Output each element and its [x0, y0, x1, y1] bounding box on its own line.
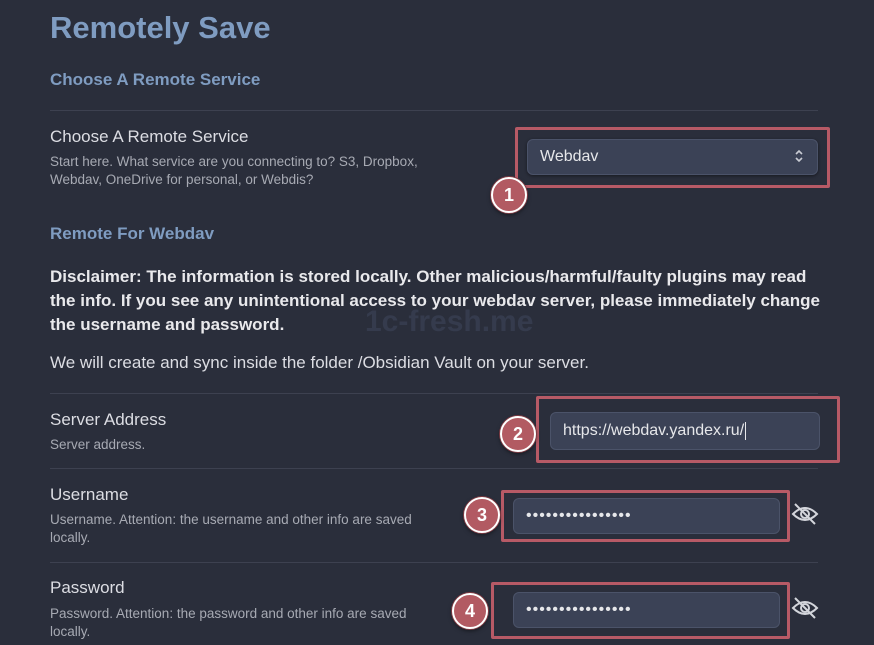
divider: [50, 393, 818, 394]
step-badge-2: 2: [500, 416, 536, 452]
highlight-box-1: [515, 127, 830, 188]
step-badge-3: 3: [464, 497, 500, 533]
section-heading-remote-service: Choose A Remote Service: [50, 70, 261, 89]
eye-off-icon[interactable]: [790, 502, 820, 526]
setting-desc-service-line1: Start here. What service are you connect…: [50, 154, 418, 169]
step-badge-1: 1: [491, 177, 527, 213]
setting-name-password: Password: [50, 578, 125, 597]
section-heading-webdav: Remote For Webdav: [50, 224, 215, 243]
setting-desc-password-line2: locally.: [50, 624, 91, 639]
setting-desc-service-line2: Webdav, OneDrive for personal, or Webdis…: [50, 172, 314, 187]
setting-desc-server: Server address.: [50, 437, 146, 452]
divider: [50, 562, 818, 563]
setting-desc-password-line1: Password. Attention: the password and ot…: [50, 606, 407, 621]
folder-note: We will create and sync inside the folde…: [50, 353, 589, 372]
setting-name-service: Choose A Remote Service: [50, 127, 249, 146]
highlight-box-3: [501, 490, 790, 542]
divider: [50, 468, 818, 469]
divider: [50, 110, 818, 111]
highlight-box-2: [536, 396, 840, 463]
highlight-box-4: [491, 582, 790, 639]
setting-name-username: Username: [50, 485, 129, 504]
step-badge-4: 4: [452, 593, 488, 629]
setting-name-server: Server Address: [50, 410, 167, 429]
page-title: Remotely Save: [50, 10, 271, 45]
setting-desc-username-line2: locally.: [50, 530, 91, 545]
setting-desc-username-line1: Username. Attention: the username and ot…: [50, 512, 412, 527]
eye-off-icon[interactable]: [790, 596, 820, 620]
disclaimer-text: Disclaimer: The information is stored lo…: [50, 267, 820, 334]
